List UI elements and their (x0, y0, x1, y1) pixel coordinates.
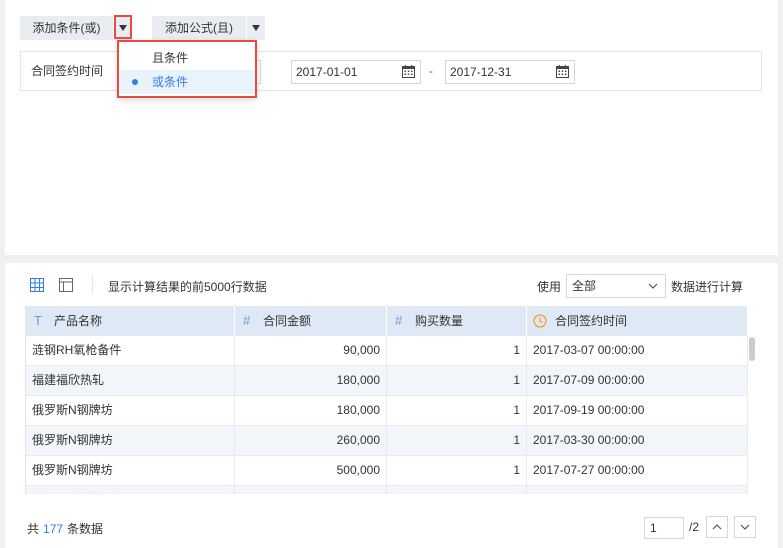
selected-dot-icon (132, 79, 138, 85)
calc-label: 数据进行计算 (671, 280, 744, 294)
cell-purchase-quantity: 1 (387, 396, 527, 426)
row-limit-info: 显示计算结果的前5000行数据 (108, 280, 267, 294)
table-header: T 产品名称 # 合同金额 # 购买数量 合同签约时间 (26, 306, 748, 336)
table-row: 福建福欣热轧 180,000 1 2017-07-09 00:00:00 (26, 366, 748, 396)
cell-product-name: 俄罗斯N钢牌坊 (26, 426, 235, 456)
cell-purchase-quantity: 1 (387, 336, 527, 366)
dropdown-item-or-condition[interactable]: 或条件 (119, 70, 255, 94)
total-suffix: 条数据 (67, 522, 104, 536)
start-date-input[interactable]: 2017-01-01 (291, 60, 421, 84)
cell-contract-date: 2017-03-07 00:00:00 (527, 336, 748, 366)
clock-icon (533, 314, 547, 328)
table-scrollbar[interactable] (749, 337, 755, 361)
detail-view-icon[interactable] (59, 278, 73, 292)
cell-product-name: 俄罗斯N钢牌坊 (26, 456, 235, 486)
calendar-icon[interactable] (402, 65, 415, 78)
condition-type-dropdown: 且条件 或条件 (117, 40, 257, 98)
end-date-input[interactable]: 2017-12-31 (445, 60, 575, 84)
dropdown-item-label: 且条件 (152, 51, 189, 65)
cell-contract-date: 2017-07-27 00:00:00 (527, 456, 748, 486)
caret-down-icon (252, 25, 260, 31)
cell-contract-date: 2017-09-19 00:00:00 (527, 396, 748, 426)
page-number-input[interactable]: 1 (644, 517, 684, 539)
page-total: /2 (689, 520, 700, 534)
previous-page-button[interactable] (706, 516, 728, 538)
number-type-icon: # (243, 313, 251, 328)
calc-scope-select[interactable]: 全部 (566, 274, 666, 298)
cell-contract-amount: 180,000 (235, 366, 387, 396)
chevron-up-icon (712, 524, 722, 530)
column-header-label: 产品名称 (54, 314, 103, 328)
calc-scope-value: 全部 (572, 279, 597, 293)
condition-field-label: 合同签约时间 (31, 64, 104, 78)
table-view-icon[interactable] (30, 278, 44, 292)
cell-contract-date: 2017-03-30 00:00:00 (527, 426, 748, 456)
chevron-down-icon (648, 283, 658, 289)
toolbar-divider (92, 276, 93, 294)
formula-dropdown-toggle[interactable] (247, 16, 265, 40)
table-row: 涟钢RH氧枪备件 910,000 1 2017-03-07 00:00:00 (26, 486, 748, 494)
text-type-icon: T (34, 313, 42, 328)
column-header-purchase-quantity[interactable]: # 购买数量 (387, 306, 527, 336)
cell-purchase-quantity: 1 (387, 456, 527, 486)
cell-contract-amount: 90,000 (235, 336, 387, 366)
cell-contract-amount: 500,000 (235, 456, 387, 486)
cell-purchase-quantity: 1 (387, 486, 527, 494)
table-row: 俄罗斯N钢牌坊 260,000 1 2017-03-30 00:00:00 (26, 426, 748, 456)
cell-purchase-quantity: 1 (387, 366, 527, 396)
cell-product-name: 涟钢RH氧枪备件 (26, 336, 235, 366)
total-count: 177 (43, 522, 64, 536)
cell-contract-amount: 260,000 (235, 426, 387, 456)
cell-product-name: 俄罗斯N钢牌坊 (26, 396, 235, 426)
column-header-label: 合同签约时间 (555, 314, 628, 328)
cell-contract-date: 2017-07-09 00:00:00 (527, 366, 748, 396)
use-label: 使用 (537, 280, 562, 294)
end-date-value: 2017-12-31 (450, 65, 512, 79)
date-range-separator: - (429, 64, 433, 78)
cell-product-name: 福建福欣热轧 (26, 366, 235, 396)
column-header-contract-date[interactable]: 合同签约时间 (527, 306, 748, 336)
cell-contract-amount: 910,000 (235, 486, 387, 494)
table-row: 涟钢RH氧枪备件 90,000 1 2017-03-07 00:00:00 (26, 336, 748, 366)
add-formula-and-button[interactable]: 添加公式(且) (152, 16, 246, 40)
column-header-contract-amount[interactable]: # 合同金额 (235, 306, 387, 336)
table-row: 俄罗斯N钢牌坊 500,000 1 2017-07-27 00:00:00 (26, 456, 748, 486)
column-header-label: 合同金额 (263, 314, 312, 328)
next-page-button[interactable] (734, 516, 756, 538)
dropdown-item-label: 或条件 (152, 75, 189, 89)
chevron-down-icon (740, 524, 750, 530)
cell-contract-amount: 180,000 (235, 396, 387, 426)
number-type-icon: # (395, 313, 403, 328)
cell-contract-date: 2017-03-07 00:00:00 (527, 486, 748, 494)
dropdown-toggle-highlight (114, 15, 132, 39)
column-header-label: 购买数量 (415, 314, 464, 328)
column-header-product-name[interactable]: T 产品名称 (26, 306, 235, 336)
cell-product-name: 涟钢RH氧枪备件 (26, 486, 235, 494)
cell-purchase-quantity: 1 (387, 426, 527, 456)
calendar-icon[interactable] (556, 65, 569, 78)
start-date-value: 2017-01-01 (296, 65, 358, 79)
total-count-text: 共 177 条数据 (27, 520, 103, 537)
table-row: 俄罗斯N钢牌坊 180,000 1 2017-09-19 00:00:00 (26, 396, 748, 426)
add-condition-or-button[interactable]: 添加条件(或) (20, 16, 113, 40)
data-table: T 产品名称 # 合同金额 # 购买数量 合同签约时间 涟钢RH氧枪备件 90,… (25, 306, 748, 494)
total-prefix: 共 (27, 522, 40, 536)
dropdown-item-and-condition[interactable]: 且条件 (119, 46, 255, 70)
